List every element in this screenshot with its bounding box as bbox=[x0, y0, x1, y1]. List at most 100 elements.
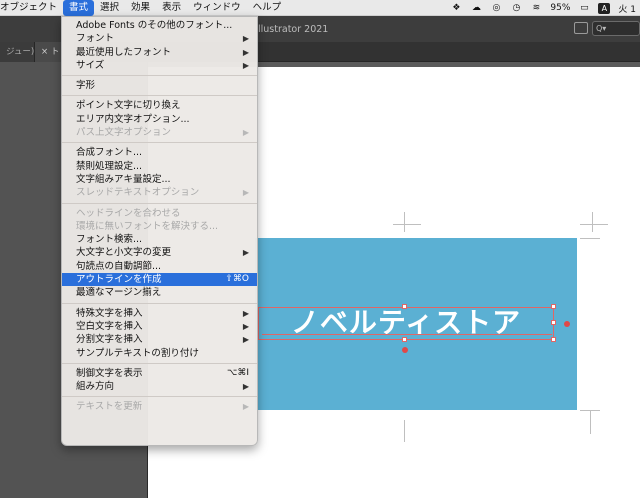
menu-item-label: フォント bbox=[76, 33, 115, 45]
menu-item-label: 禁則処理設定... bbox=[76, 160, 143, 172]
menu-item[interactable]: 字形 bbox=[62, 79, 257, 92]
menu-item-label: Adobe Fonts のその他のフォント... bbox=[76, 20, 233, 31]
text-anchor-dot[interactable] bbox=[402, 347, 408, 353]
time-machine-icon[interactable]: ◷ bbox=[510, 3, 522, 13]
text-anchor-dot[interactable] bbox=[564, 321, 570, 327]
creative-cloud-icon[interactable]: ◎ bbox=[490, 3, 502, 13]
menu-separator bbox=[62, 142, 257, 144]
menu-item-label: 特殊文字を挿入 bbox=[76, 307, 143, 319]
menu-item: パス上文字オプション ▶ bbox=[62, 126, 257, 139]
menu-item[interactable]: 合成フォント... bbox=[62, 146, 257, 159]
menu-window[interactable]: ウィンドウ bbox=[187, 0, 247, 16]
submenu-arrow-icon: ▶ bbox=[242, 34, 249, 44]
menu-item-label: 空白文字を挿入 bbox=[76, 320, 143, 332]
menu-item-label: 字形 bbox=[76, 80, 96, 92]
menu-bar: オブジェクト 書式 選択 効果 表示 ウィンドウ ヘルプ ❖ ☁ ◎ ◷ ≋ 9… bbox=[0, 0, 640, 16]
menu-item[interactable]: 句読点の自動調節... bbox=[62, 260, 257, 273]
wifi-icon[interactable]: ≋ bbox=[530, 3, 542, 13]
menu-item[interactable]: 最適なマージン揃え bbox=[62, 286, 257, 299]
crop-mark bbox=[404, 212, 405, 232]
menu-item-label: 制御文字を表示 bbox=[76, 367, 143, 379]
crop-mark bbox=[580, 224, 608, 225]
menu-item[interactable]: サンプルテキストの割り付け bbox=[62, 347, 257, 360]
menu-separator bbox=[62, 95, 257, 97]
submenu-arrow-icon: ▶ bbox=[242, 382, 249, 392]
menu-item-label: エリア内文字オプション... bbox=[76, 113, 190, 125]
menu-separator bbox=[62, 75, 257, 77]
submenu-arrow-icon: ▶ bbox=[242, 335, 249, 345]
menu-item[interactable]: エリア内文字オプション... bbox=[62, 113, 257, 126]
app-title: llustrator 2021 bbox=[258, 24, 329, 35]
menu-separator bbox=[62, 362, 257, 364]
search-input[interactable]: Q▾ bbox=[592, 21, 640, 36]
menu-item[interactable]: 空白文字を挿入 ▶ bbox=[62, 320, 257, 333]
menu-item-shortcut: ⌥⌘I bbox=[226, 367, 249, 378]
clock[interactable]: 火 1 bbox=[618, 2, 636, 15]
menu-item[interactable]: 最近使用したフォント ▶ bbox=[62, 46, 257, 59]
menu-item[interactable]: 制御文字を表示 ⌥⌘I bbox=[62, 367, 257, 380]
menu-item-label: 分割文字を挿入 bbox=[76, 334, 143, 346]
menu-view[interactable]: 表示 bbox=[156, 0, 187, 16]
crop-mark bbox=[404, 420, 405, 442]
menu-item-label: サイズ bbox=[76, 59, 105, 71]
menu-item-label: ポイント文字に切り換え bbox=[76, 100, 181, 112]
crop-mark bbox=[580, 238, 600, 239]
menu-item-label: 句読点の自動調節... bbox=[76, 260, 162, 272]
submenu-arrow-icon: ▶ bbox=[242, 321, 249, 331]
tab-previous-document[interactable]: ジュー) bbox=[0, 42, 34, 62]
menu-item: 環境に無いフォントを解決する... bbox=[62, 220, 257, 233]
menu-separator bbox=[62, 202, 257, 204]
menu-item-label: 文字組みアキ量設定... bbox=[76, 173, 171, 185]
input-mode-indicator[interactable]: A bbox=[598, 2, 611, 14]
menu-item[interactable]: Adobe Fonts のその他のフォント... bbox=[62, 19, 257, 32]
menu-item-label: ヘッドラインを合わせる bbox=[76, 207, 181, 219]
menu-item[interactable]: フォント検索... bbox=[62, 233, 257, 246]
menu-item-label: 最適なマージン揃え bbox=[76, 287, 162, 299]
menu-item-label: 大文字と小文字の変更 bbox=[76, 247, 172, 259]
resize-handle[interactable] bbox=[551, 320, 556, 325]
menu-item[interactable]: ポイント文字に切り換え bbox=[62, 99, 257, 112]
resize-handle[interactable] bbox=[551, 304, 556, 309]
menu-item-label: 最近使用したフォント bbox=[76, 46, 172, 58]
battery-icon[interactable]: ▭ bbox=[578, 3, 590, 13]
menu-item-label: サンプルテキストの割り付け bbox=[76, 347, 199, 359]
crop-mark bbox=[592, 212, 593, 232]
menu-item[interactable]: 禁則処理設定... bbox=[62, 160, 257, 173]
crop-mark bbox=[590, 410, 591, 434]
menu-item[interactable]: フォント ▶ bbox=[62, 32, 257, 45]
menu-item[interactable]: サイズ ▶ bbox=[62, 59, 257, 72]
type-menu-dropdown: Adobe Fonts のその他のフォント... フォント ▶ 最近使用したフォント ▶… bbox=[61, 16, 258, 446]
menu-type[interactable]: 書式 bbox=[63, 0, 95, 16]
menu-item[interactable]: 文字組みアキ量設定... bbox=[62, 173, 257, 186]
menu-item-label: 環境に無いフォントを解決する... bbox=[76, 220, 219, 232]
menu-item[interactable]: 特殊文字を挿入 ▶ bbox=[62, 307, 257, 320]
text-baseline bbox=[262, 334, 552, 335]
dropbox-icon[interactable]: ❖ bbox=[450, 3, 462, 13]
menu-item-label: 合成フォント... bbox=[76, 147, 143, 159]
menu-item: テキストを更新 ▶ bbox=[62, 400, 257, 413]
menu-item-shortcut: ⇧⌘O bbox=[225, 274, 249, 285]
menu-item[interactable]: 分割文字を挿入 ▶ bbox=[62, 333, 257, 346]
submenu-arrow-icon: ▶ bbox=[242, 188, 249, 198]
arrange-documents-icon[interactable] bbox=[574, 22, 588, 34]
menu-select[interactable]: 選択 bbox=[94, 0, 125, 16]
menu-item-label: フォント検索... bbox=[76, 234, 143, 246]
submenu-arrow-icon: ▶ bbox=[242, 402, 249, 412]
resize-handle[interactable] bbox=[402, 304, 407, 309]
submenu-arrow-icon: ▶ bbox=[242, 248, 249, 258]
menu-item[interactable]: 大文字と小文字の変更 ▶ bbox=[62, 246, 257, 259]
menu-item-label: テキストを更新 bbox=[76, 401, 143, 413]
menu-item-label: スレッドテキストオプション bbox=[76, 187, 200, 199]
battery-percent: 95% bbox=[550, 3, 571, 13]
menu-item[interactable]: アウトラインを作成 ⇧⌘O bbox=[62, 273, 257, 287]
menu-item[interactable]: 組み方向 ▶ bbox=[62, 380, 257, 393]
cloud-icon[interactable]: ☁ bbox=[470, 3, 482, 13]
submenu-arrow-icon: ▶ bbox=[242, 47, 249, 57]
menu-item-label: アウトラインを作成 bbox=[76, 274, 162, 286]
menu-help[interactable]: ヘルプ bbox=[247, 0, 288, 16]
resize-handle[interactable] bbox=[402, 337, 407, 342]
menu-item: ヘッドラインを合わせる bbox=[62, 207, 257, 220]
resize-handle[interactable] bbox=[551, 337, 556, 342]
menu-object[interactable]: オブジェクト bbox=[0, 0, 63, 16]
menu-effect[interactable]: 効果 bbox=[125, 0, 156, 16]
